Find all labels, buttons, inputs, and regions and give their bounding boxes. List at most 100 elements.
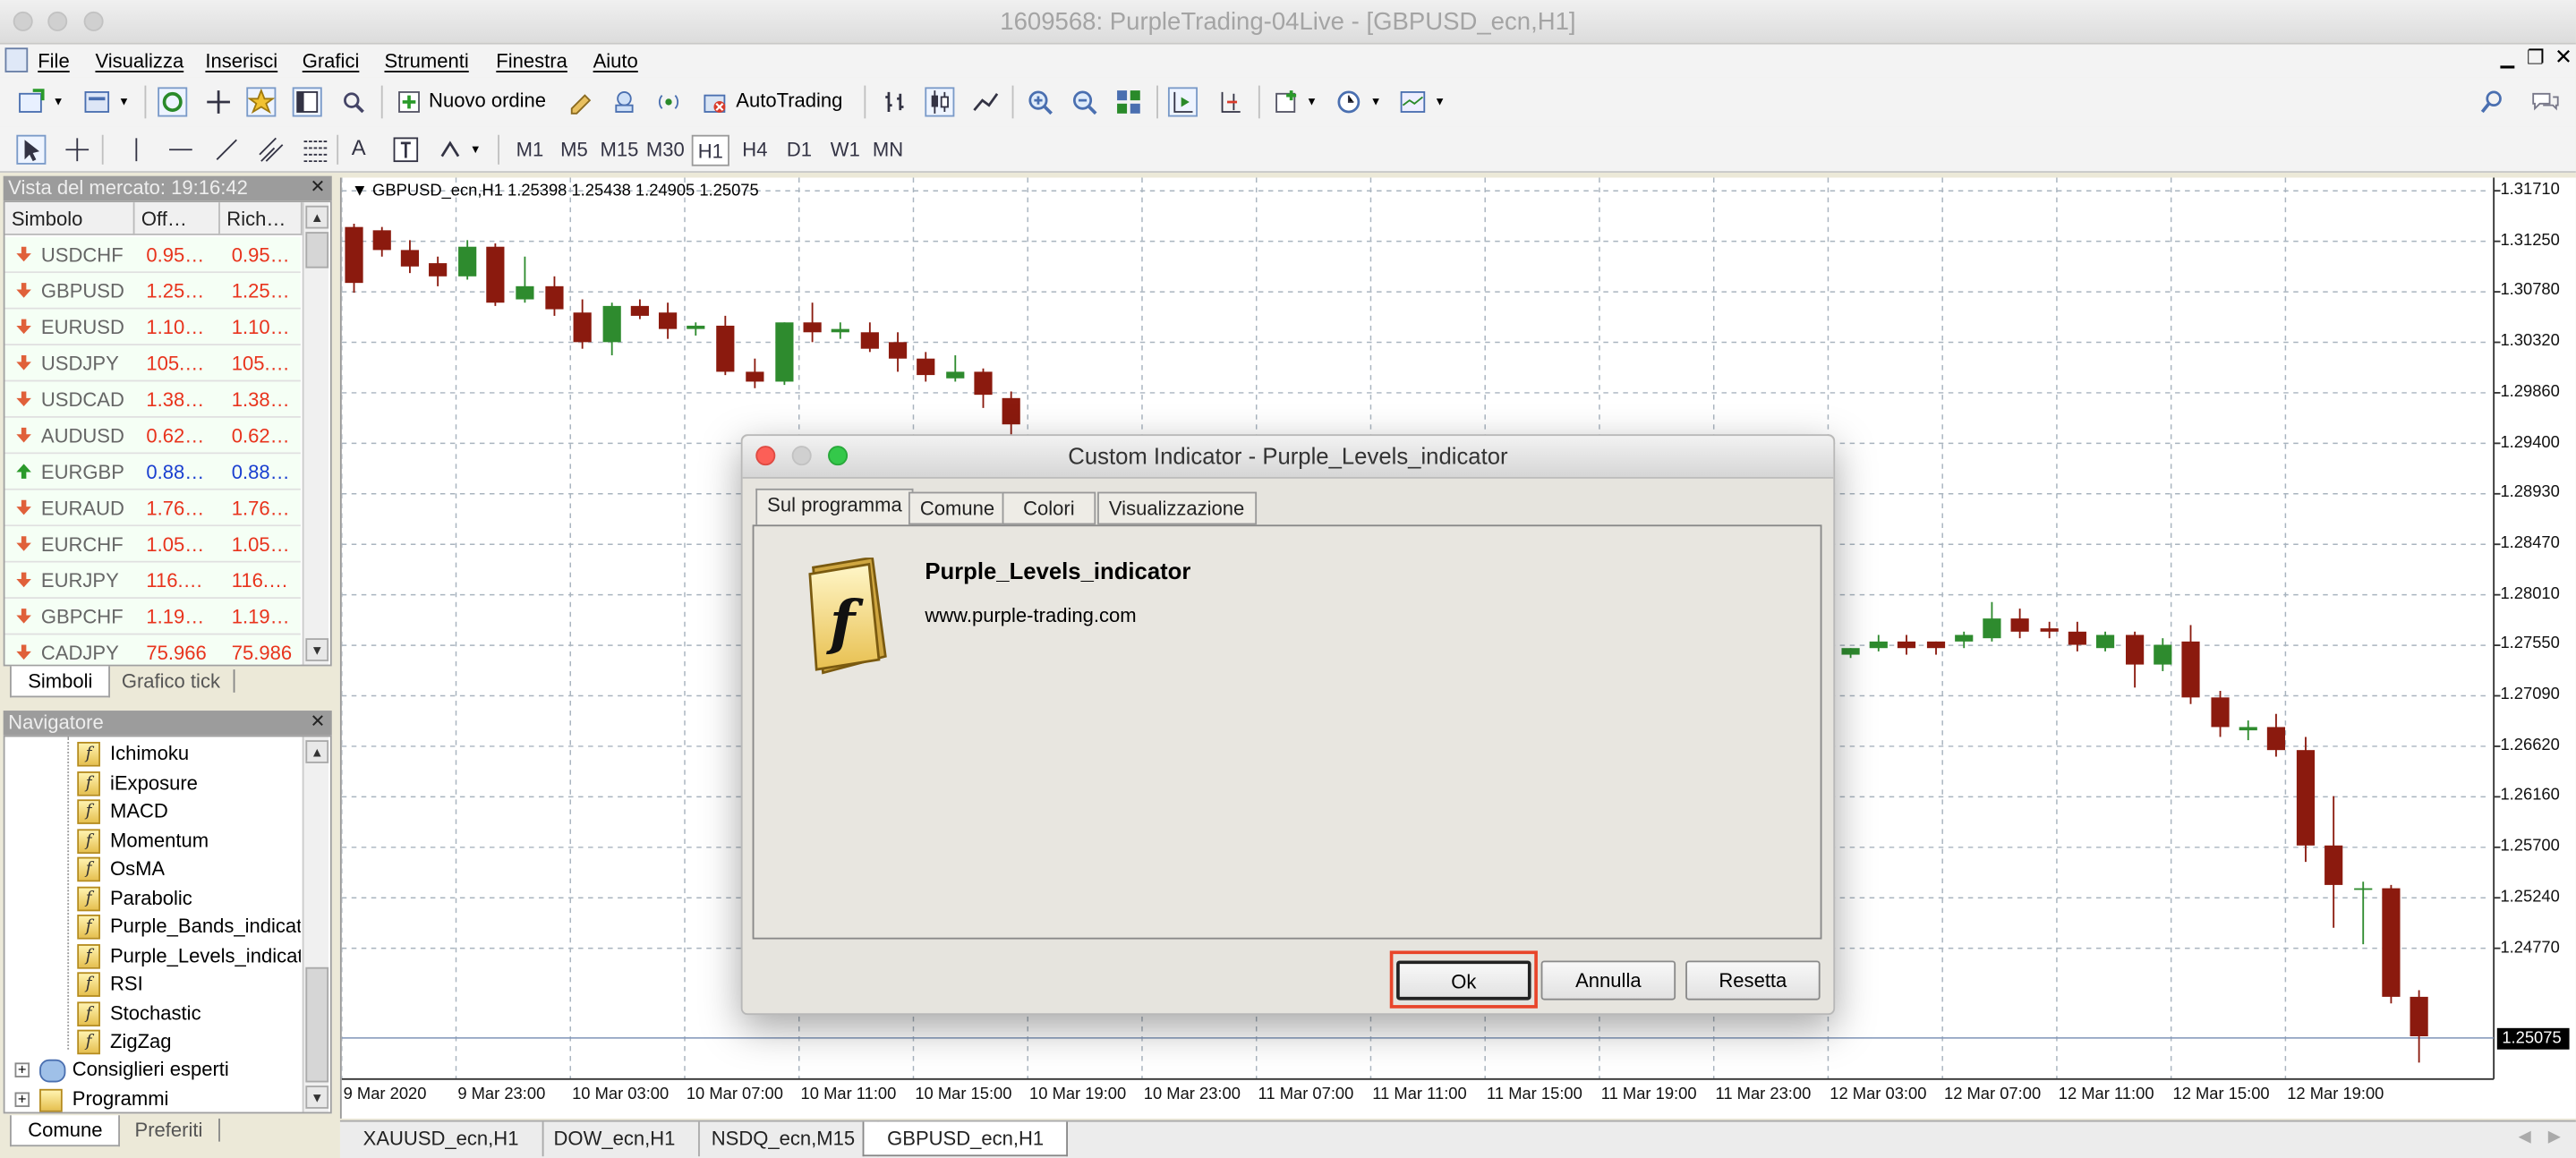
tab-comune[interactable]: Comune [10,1115,121,1147]
timeframe-h1[interactable]: H1 [691,134,729,166]
new-order-icon[interactable] [394,87,423,116]
column-header-symbol[interactable]: Simbolo [4,202,135,235]
zoom-out-icon[interactable] [1070,87,1099,116]
tab-sul-programma[interactable]: Sul programma [755,488,914,527]
bar-chart-icon[interactable] [881,87,910,116]
table-row[interactable]: EURAUD 1.76… 1.76… [4,490,301,527]
column-header-ask[interactable]: Rich… [219,202,303,235]
candlestick-icon[interactable] [925,87,955,117]
menu-inserisci[interactable]: Inserisci [205,49,277,72]
text-icon[interactable]: A [352,135,366,160]
indicators-icon[interactable] [1272,87,1301,116]
crosshair-icon[interactable] [63,135,92,165]
tree-item[interactable]: f Purple_Levels_indicato [77,941,301,969]
vertical-line-icon[interactable] [122,135,151,165]
scroll-thumb[interactable] [305,232,329,268]
tab-simboli[interactable]: Simboli [10,666,111,698]
menu-grafici[interactable]: Grafici [303,49,360,72]
tree-group-expert-advisors[interactable]: + Consiglieri esperti [14,1056,229,1084]
menu-finestra[interactable]: Finestra [496,49,567,72]
close-icon[interactable]: ✕ [310,176,325,201]
arrows-icon[interactable] [435,135,465,165]
periods-icon[interactable] [1334,87,1363,116]
strategy-tester-icon[interactable] [338,87,368,116]
autotrading-button[interactable]: AutoTrading [736,89,842,112]
menu-file[interactable]: File [38,49,70,72]
tab-comune-dialog[interactable]: Comune [908,491,1006,525]
table-row[interactable]: EURGBP 0.88… 0.88… [4,454,301,490]
table-row[interactable]: GBPCHF 1.19… 1.19… [4,599,301,635]
text-label-icon[interactable] [391,135,421,165]
menu-aiuto[interactable]: Aiuto [593,49,638,72]
tab-preferiti[interactable]: Preferiti [118,1115,219,1146]
equidistant-channel-icon[interactable] [256,135,286,165]
table-row[interactable]: EURJPY 116.… 116.… [4,562,301,600]
crosshair-move-icon[interactable] [204,87,234,116]
timeframe-mn[interactable]: MN [869,135,907,165]
scroll-right-icon[interactable]: ▶ [2548,1128,2561,1146]
metaeditor-icon[interactable] [565,87,594,116]
line-chart-icon[interactable] [971,87,1001,116]
table-row[interactable]: USDCHF 0.95… 0.95… [4,236,301,274]
navigator-scrollbar[interactable]: ▲ ▼ [302,737,329,1112]
reset-button[interactable]: Resetta [1685,960,1821,1000]
table-row[interactable]: USDJPY 105.… 105.… [4,345,301,382]
tree-item[interactable]: f Parabolic [77,884,192,912]
tree-group-scripts[interactable]: + Programmi [14,1086,168,1111]
market-watch-scrollbar[interactable]: ▲ ▼ [302,202,329,665]
tab-visualizzazione[interactable]: Visualizzazione [1097,491,1257,525]
table-row[interactable]: USDCAD 1.38… 1.38… [4,381,301,418]
mdi-minimize-icon[interactable]: ▁ [2500,47,2514,69]
chart-tab-xauusd[interactable]: XAUUSD_ecn,H1 [340,1121,544,1157]
navigator-icon[interactable] [246,87,277,117]
timeframe-h4[interactable]: H4 [736,135,773,165]
table-row[interactable]: EURUSD 1.10… 1.10… [4,309,301,346]
chevron-down-icon[interactable]: ▼ [1434,97,1446,108]
terminal-icon[interactable] [292,87,322,117]
tree-item[interactable]: f Purple_Bands_indicato [77,913,301,941]
menu-strumenti[interactable]: Strumenti [384,49,468,72]
chevron-down-icon[interactable]: ▼ [118,97,130,108]
chevron-down-icon[interactable]: ▼ [1370,97,1382,108]
profiles-icon[interactable] [82,87,112,116]
menu-visualizza[interactable]: Visualizza [95,49,183,72]
search-icon[interactable] [2478,87,2507,116]
scroll-left-icon[interactable]: ◀ [2519,1128,2531,1146]
tile-windows-icon[interactable] [1113,87,1143,116]
expand-icon[interactable]: + [14,1061,30,1077]
tab-grafico-tick[interactable]: Grafico tick [105,666,236,697]
table-row[interactable]: CADJPY 75.966 75.986 [4,634,301,665]
tree-item[interactable]: f OsMA [77,856,165,883]
broadcast-icon[interactable] [653,87,683,116]
column-header-bid[interactable]: Off… [134,202,220,235]
scroll-down-icon[interactable]: ▼ [305,638,329,661]
tree-item[interactable]: f iExposure [77,769,198,796]
timeframe-m30[interactable]: M30 [644,135,687,165]
chevron-down-icon[interactable]: ▼ [1306,97,1318,108]
chart-tab-nsdq[interactable]: NSDQ_ecn,M15 [688,1121,880,1157]
chart-shift-icon[interactable] [1215,87,1245,116]
new-chart-icon[interactable] [16,87,46,116]
timeframe-w1[interactable]: W1 [826,135,864,165]
timeframe-d1[interactable]: D1 [780,135,818,165]
expand-icon[interactable]: + [14,1092,30,1108]
tree-item[interactable]: f Stochastic [77,1000,201,1027]
scroll-down-icon[interactable]: ▼ [305,1086,329,1109]
trendline-icon[interactable] [212,135,242,165]
tree-item[interactable]: f Momentum [77,827,209,855]
table-row[interactable]: AUDUSD 0.62… 0.62… [4,417,301,455]
cursor-icon[interactable] [16,134,47,165]
table-row[interactable]: GBPUSD 1.25… 1.25… [4,273,301,310]
signals-icon[interactable] [610,87,639,116]
tree-item[interactable]: f ZigZag [77,1028,172,1056]
autoscroll-icon[interactable] [1167,87,1198,117]
fibonacci-icon[interactable] [301,135,330,165]
horizontal-line-icon[interactable] [166,135,195,165]
timeframe-m15[interactable]: M15 [598,135,641,165]
scroll-up-icon[interactable]: ▲ [305,740,329,763]
table-row[interactable]: EURCHF 1.05… 1.05… [4,526,301,563]
timeframe-m5[interactable]: M5 [555,135,593,165]
market-watch-icon[interactable] [158,87,188,117]
ok-button[interactable]: Ok [1396,960,1531,1000]
tree-item[interactable]: f Ichimoku [77,740,189,768]
